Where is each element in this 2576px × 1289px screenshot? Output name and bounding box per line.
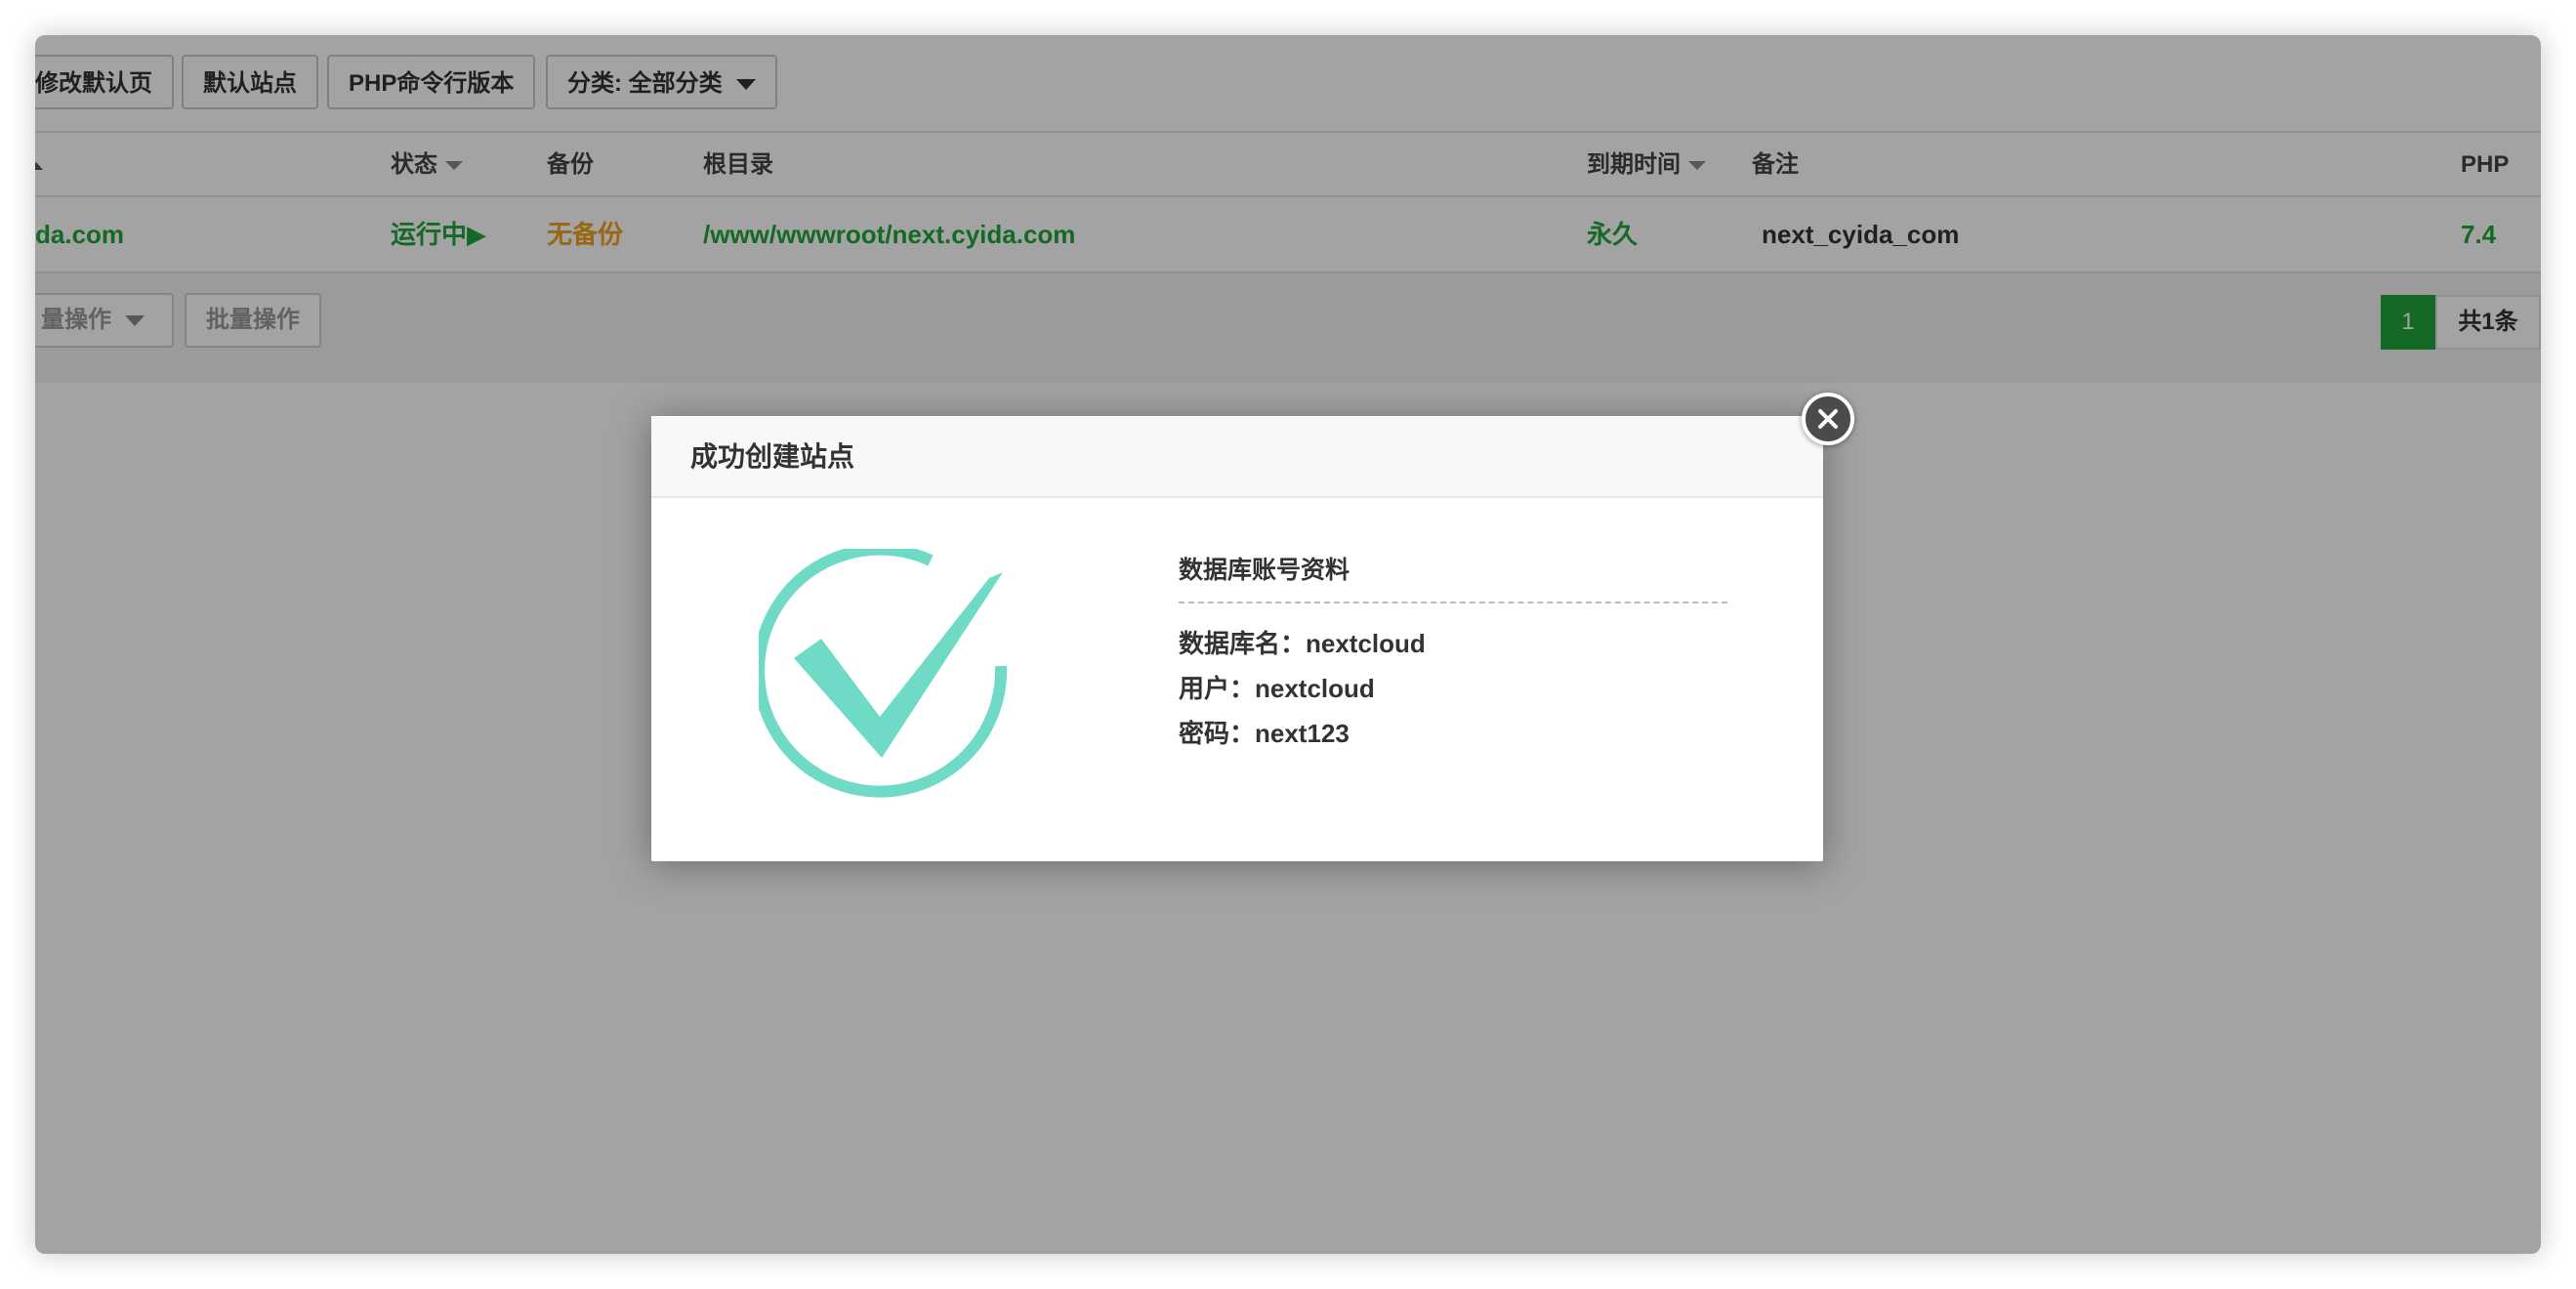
- db-info-title: 数据库账号资料: [1179, 553, 1727, 603]
- close-button[interactable]: [1802, 393, 1854, 445]
- db-user-text: 用户：nextcloud: [1179, 674, 1375, 703]
- db-password-text: 密码：next123: [1179, 719, 1350, 748]
- db-name-text: 数据库名：nextcloud: [1179, 629, 1426, 658]
- db-info: 数据库账号资料 数据库名：nextcloud 用户：nextcloud 密码：n…: [1179, 553, 1727, 756]
- dialog-title: 成功创建站点: [690, 441, 855, 472]
- check-circle-icon: [759, 549, 1008, 798]
- dialog-header: 成功创建站点: [651, 416, 1823, 498]
- success-dialog: 成功创建站点 数据库账号资料 数据库名：nextcloud 用户：nextclo…: [651, 393, 1854, 861]
- close-icon: [1818, 409, 1838, 429]
